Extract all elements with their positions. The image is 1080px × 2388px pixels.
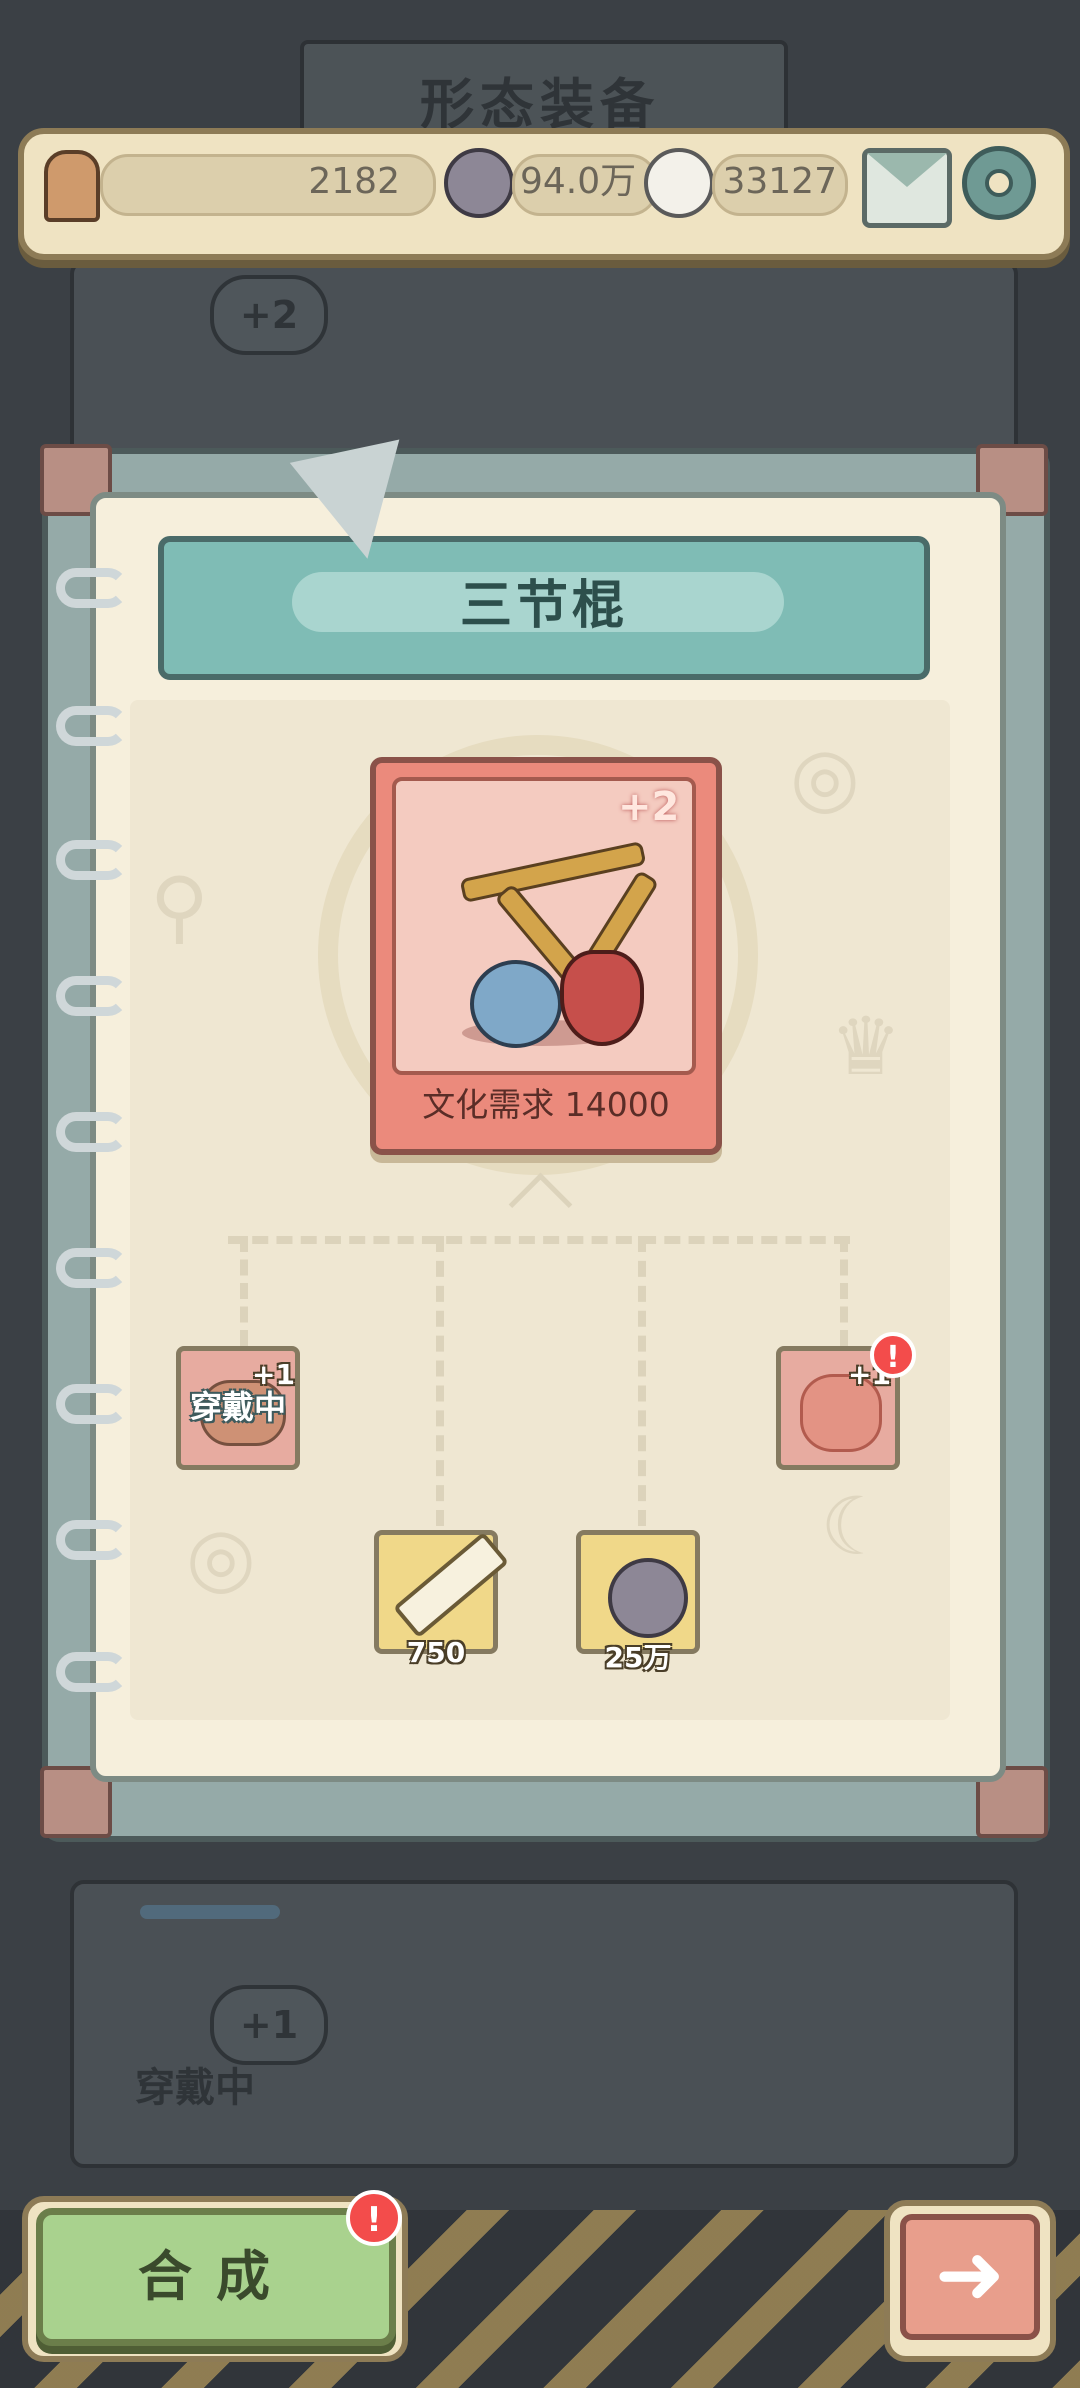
recipe-tree-line bbox=[638, 1236, 646, 1526]
bell-icon bbox=[44, 150, 100, 222]
tube-quantity: 750 bbox=[406, 1636, 466, 1669]
gray-soul-value: 94.0万 bbox=[520, 161, 637, 202]
recipe-tree-line bbox=[840, 1236, 848, 1346]
bg-lower-bar bbox=[140, 1905, 280, 1919]
white-soul-value: 33127 bbox=[722, 161, 837, 202]
synthesize-button[interactable]: 合成 bbox=[36, 2208, 396, 2346]
spiral-ring-icon bbox=[56, 976, 128, 1016]
spiral-ring-icon bbox=[56, 706, 128, 746]
bg-upper-bubble: +2 bbox=[210, 275, 328, 355]
bg-worn-label: 穿戴中 bbox=[135, 2065, 255, 2111]
nunchaku-cup-icon bbox=[470, 960, 562, 1048]
settings-gear-icon[interactable] bbox=[962, 146, 1036, 220]
recipe-tree-line bbox=[240, 1236, 248, 1346]
white-soul-icon bbox=[644, 148, 714, 218]
spiral-ring-icon bbox=[56, 1112, 128, 1152]
bg-upper-panel bbox=[70, 260, 1018, 468]
synthesize-alert-icon: ! bbox=[346, 2190, 402, 2246]
recipe-tree-line bbox=[436, 1236, 444, 1526]
mask-slot-alert-icon: ! bbox=[870, 1332, 916, 1378]
spiral-ring-icon bbox=[56, 568, 128, 608]
spiral-ring-icon bbox=[56, 1248, 128, 1288]
faded-bracelet-icon: ◎ bbox=[186, 1510, 256, 1603]
next-arrow-button[interactable]: ➜ bbox=[900, 2214, 1040, 2340]
culture-value: 2182 bbox=[308, 161, 400, 202]
faded-item-icon: ⚲ bbox=[150, 860, 209, 953]
spiral-ring-icon bbox=[56, 1384, 128, 1424]
faded-mask-icon: ♛ bbox=[830, 1000, 902, 1093]
pin-tag-icon bbox=[289, 439, 423, 571]
gray-soul-icon bbox=[608, 1558, 688, 1638]
faded-claw-icon: ☾ bbox=[820, 1480, 892, 1573]
mail-icon[interactable] bbox=[862, 148, 952, 228]
spiral-ring-icon bbox=[56, 840, 128, 880]
nunchaku-cup-icon bbox=[560, 950, 644, 1046]
recipe-tree-line bbox=[228, 1236, 850, 1244]
gray-soul-icon bbox=[444, 148, 514, 218]
spiral-ring-icon bbox=[56, 1652, 128, 1692]
bg-lower-bubble: +1 bbox=[210, 1985, 328, 2065]
spiral-ring-icon bbox=[56, 1520, 128, 1560]
item-requirement: 文化需求 14000 bbox=[422, 1085, 670, 1124]
soul-quantity: 25万 bbox=[604, 1641, 672, 1674]
worn-status: 穿戴中 bbox=[189, 1388, 286, 1426]
item-level-badge: +2 bbox=[618, 784, 680, 830]
faded-bracelet-icon: ◎ bbox=[790, 730, 860, 823]
item-name: 三节棍 bbox=[459, 576, 628, 636]
